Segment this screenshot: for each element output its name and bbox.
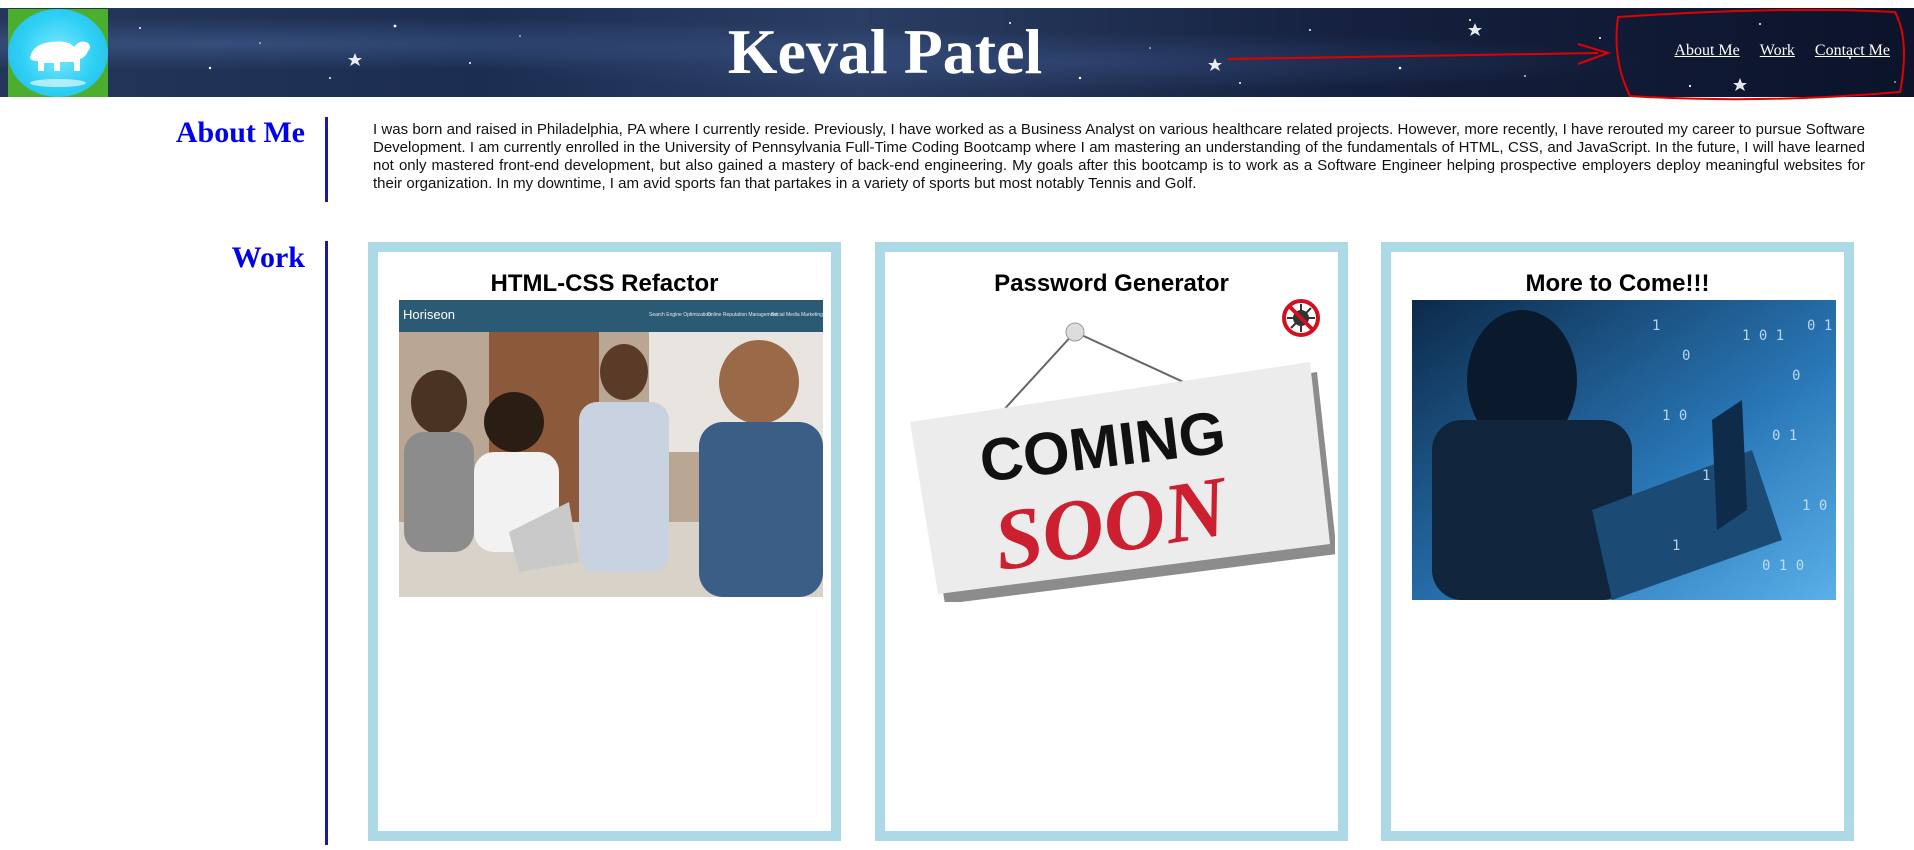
work-heading: Work: [231, 241, 305, 274]
project-title: HTML-CSS Refactor: [490, 270, 719, 297]
coding-laptop-photo: 1 0 1 0 1 0 1 0 0 1 1 1 0 0 1 0 0 1 1: [1412, 300, 1836, 600]
svg-text:1: 1: [1702, 468, 1710, 484]
screenshot-navbar: Horiseon Search Engine Optimization Onli…: [399, 300, 823, 332]
nav-link-work[interactable]: Work: [1760, 42, 1795, 60]
screenshot-nav-item: Search Engine Optimization: [649, 312, 711, 318]
project-card-password-generator[interactable]: Password Generator COMING SOON: [875, 242, 1348, 841]
svg-text:1 0 1: 1 0 1: [1742, 328, 1784, 344]
nav-link-about-me[interactable]: About Me: [1674, 42, 1739, 60]
project-title: More to Come!!!: [1525, 270, 1710, 297]
about-divider: [325, 117, 328, 202]
svg-text:1 0: 1 0: [1662, 408, 1687, 424]
svg-text:0 1: 0 1: [1807, 318, 1832, 334]
svg-text:1 0: 1 0: [1802, 498, 1827, 514]
coming-soon-sign: COMING SOON: [910, 322, 1335, 602]
svg-text:0 1 0: 0 1 0: [1762, 558, 1804, 574]
svg-text:0: 0: [1792, 368, 1800, 384]
screenshot-brand: Horiseon: [403, 307, 456, 322]
svg-text:0: 0: [1682, 348, 1690, 364]
project-screenshot[interactable]: Horiseon Search Engine Optimization Onli…: [399, 300, 823, 597]
svg-text:0 1: 0 1: [1772, 428, 1797, 444]
svg-text:1: 1: [1652, 318, 1660, 334]
site-title: Keval Patel: [727, 16, 1043, 87]
project-card-html-css-refactor[interactable]: HTML-CSS Refactor Horiseon Search Engine…: [368, 242, 841, 841]
main-nav: About Me Work Contact Me: [1674, 42, 1890, 60]
project-title: Password Generator: [994, 270, 1229, 297]
about-me-text: I was born and raised in Philadelphia, P…: [373, 121, 1865, 192]
nav-link-contact-me[interactable]: Contact Me: [1815, 42, 1890, 60]
work-divider: [325, 241, 328, 845]
svg-text:1: 1: [1672, 538, 1680, 554]
screenshot-nav-item: Online Reputation Management: [707, 312, 778, 318]
site-header: Keval Patel About Me Work Contact Me: [0, 8, 1914, 97]
about-me-heading: About Me: [175, 116, 305, 149]
team-meeting-photo: [399, 332, 823, 597]
screenshot-nav-item: Social Media Marketing: [771, 312, 823, 318]
project-card-more-to-come[interactable]: More to Come!!! 1 0 1 0 1 0 1 0 0 1 1 1 0 0 1 …: [1381, 242, 1854, 841]
